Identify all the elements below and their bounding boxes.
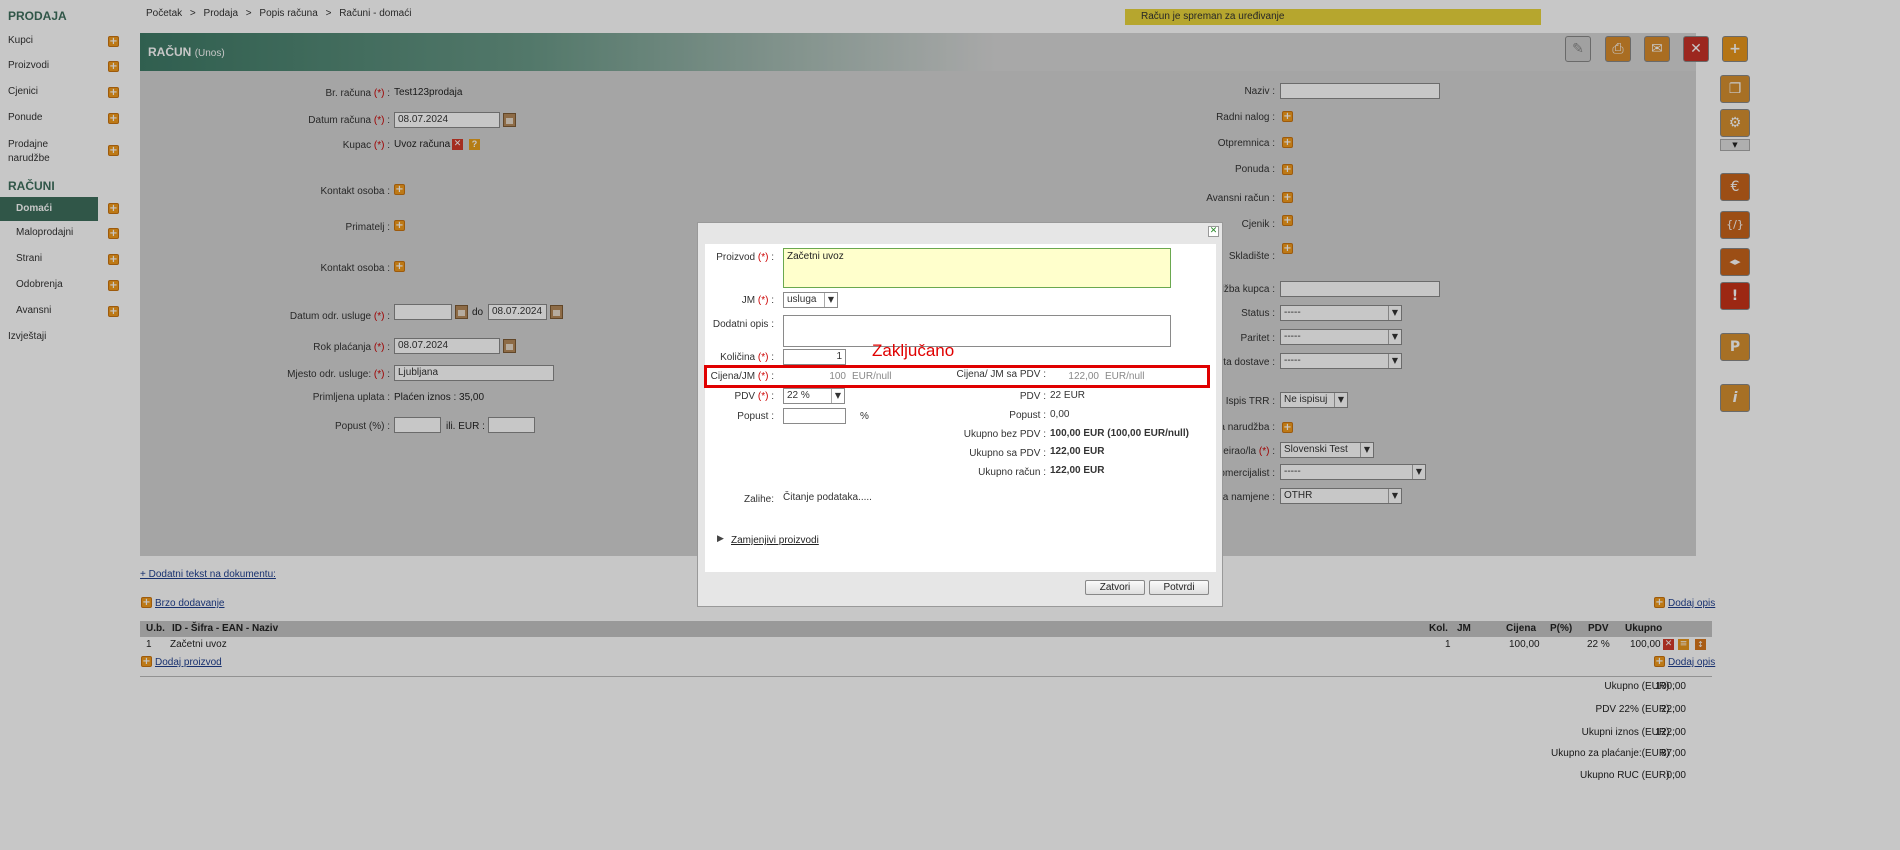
jm-label: JM (*) : xyxy=(741,295,774,306)
jm-select[interactable]: usluga ▼ xyxy=(783,292,838,308)
dialog-body: Proizvod (*) : Začetni uvoz JM (*) : usl… xyxy=(705,244,1216,572)
expand-triangle-icon[interactable]: ▶ xyxy=(717,534,724,544)
ukupno-bez-value: 100,00 EUR (100,00 EUR/null) xyxy=(1050,428,1189,439)
chevron-down-icon: ▼ xyxy=(831,389,844,403)
close-icon[interactable]: ✕ xyxy=(1208,226,1219,237)
zalihe-label: Zalihe: xyxy=(743,494,774,505)
pdv-label: PDV (*) : xyxy=(734,391,774,402)
zamjenjivi-proizvodi-link[interactable]: Zamjenjivi proizvodi xyxy=(731,535,819,546)
chevron-down-icon: ▼ xyxy=(824,293,837,307)
ukupno-bez-label: Ukupno bez PDV : xyxy=(963,429,1046,440)
proizvod-label: Proizvod (*) : xyxy=(716,252,774,263)
pdv-select-value: 22 % xyxy=(787,390,810,401)
ukupno-sa-label: Ukupno sa PDV : xyxy=(969,448,1046,459)
pdv-select[interactable]: 22 % ▼ xyxy=(783,388,845,404)
kolicina-label: Količina (*) : xyxy=(720,352,774,363)
locked-highlight-box xyxy=(704,365,1210,388)
dodatni-opis-label: Dodatni opis : xyxy=(712,319,774,330)
jm-select-value: usluga xyxy=(787,294,817,305)
popust-r-value: 0,00 xyxy=(1050,409,1070,420)
zalihe-value: Čitanje podataka..... xyxy=(783,492,872,503)
locked-annotation: Zaključano xyxy=(872,341,955,360)
pdv-r-value: 22 EUR xyxy=(1050,390,1086,401)
zatvori-button[interactable]: Zatvori xyxy=(1085,580,1145,595)
ukupno-sa-value: 122,00 EUR xyxy=(1050,446,1105,457)
potvrdi-button[interactable]: Potvrdi xyxy=(1149,580,1209,595)
popust-unit: % xyxy=(860,411,869,422)
pdv-r-label: PDV : xyxy=(1019,391,1046,402)
kolicina-field[interactable]: 1 xyxy=(783,349,846,365)
popust-r-label: Popust : xyxy=(1009,410,1046,421)
proizvod-field[interactable]: Začetni uvoz xyxy=(783,248,1171,288)
ukupno-racun-value: 122,00 EUR xyxy=(1050,465,1105,476)
popust-label: Popust : xyxy=(737,411,774,422)
dodatni-opis-field[interactable] xyxy=(783,315,1171,347)
product-dialog: ✕ Proizvod (*) : Začetni uvoz JM (*) : u… xyxy=(697,222,1223,607)
popust-field[interactable] xyxy=(783,408,846,424)
ukupno-racun-label: Ukupno račun : xyxy=(978,467,1046,478)
